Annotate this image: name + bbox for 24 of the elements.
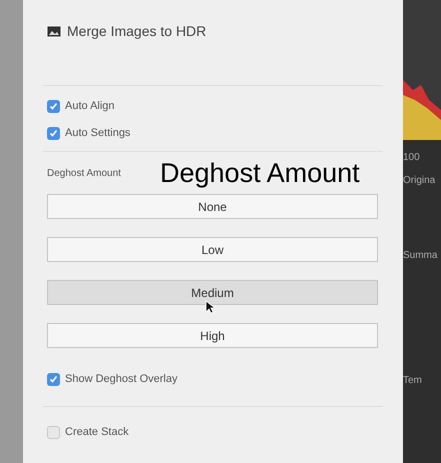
panel-text: Summa — [403, 249, 438, 263]
checkbox-label: Auto Align — [65, 98, 115, 114]
checkbox-label: Create Stack — [65, 424, 129, 440]
checkbox-label: Auto Settings — [65, 126, 130, 141]
cursor-icon — [205, 300, 215, 314]
panel-text: Origina — [403, 174, 436, 188]
panel-text: Tem — [403, 374, 423, 388]
checkbox[interactable] — [47, 126, 60, 140]
check-icon — [49, 374, 58, 384]
option-button[interactable]: High — [47, 323, 378, 348]
dialog-title: Merge Images to HDR — [67, 22, 206, 41]
checkbox[interactable] — [47, 372, 60, 386]
section-label: Deghost Amount — [47, 166, 122, 180]
check-icon — [49, 102, 58, 110]
caption-overlay: Deghost Amount — [160, 160, 360, 186]
option-button[interactable]: None — [47, 194, 378, 219]
panel-text: 100 — [403, 151, 421, 165]
check-icon — [49, 128, 58, 138]
checkbox-label: Show Deghost Overlay — [65, 372, 178, 387]
option-button[interactable]: Low — [47, 237, 378, 262]
option-button[interactable]: Medium — [47, 280, 378, 305]
image-icon — [47, 26, 61, 36]
checkbox[interactable] — [47, 426, 60, 438]
checkbox[interactable] — [47, 100, 60, 112]
